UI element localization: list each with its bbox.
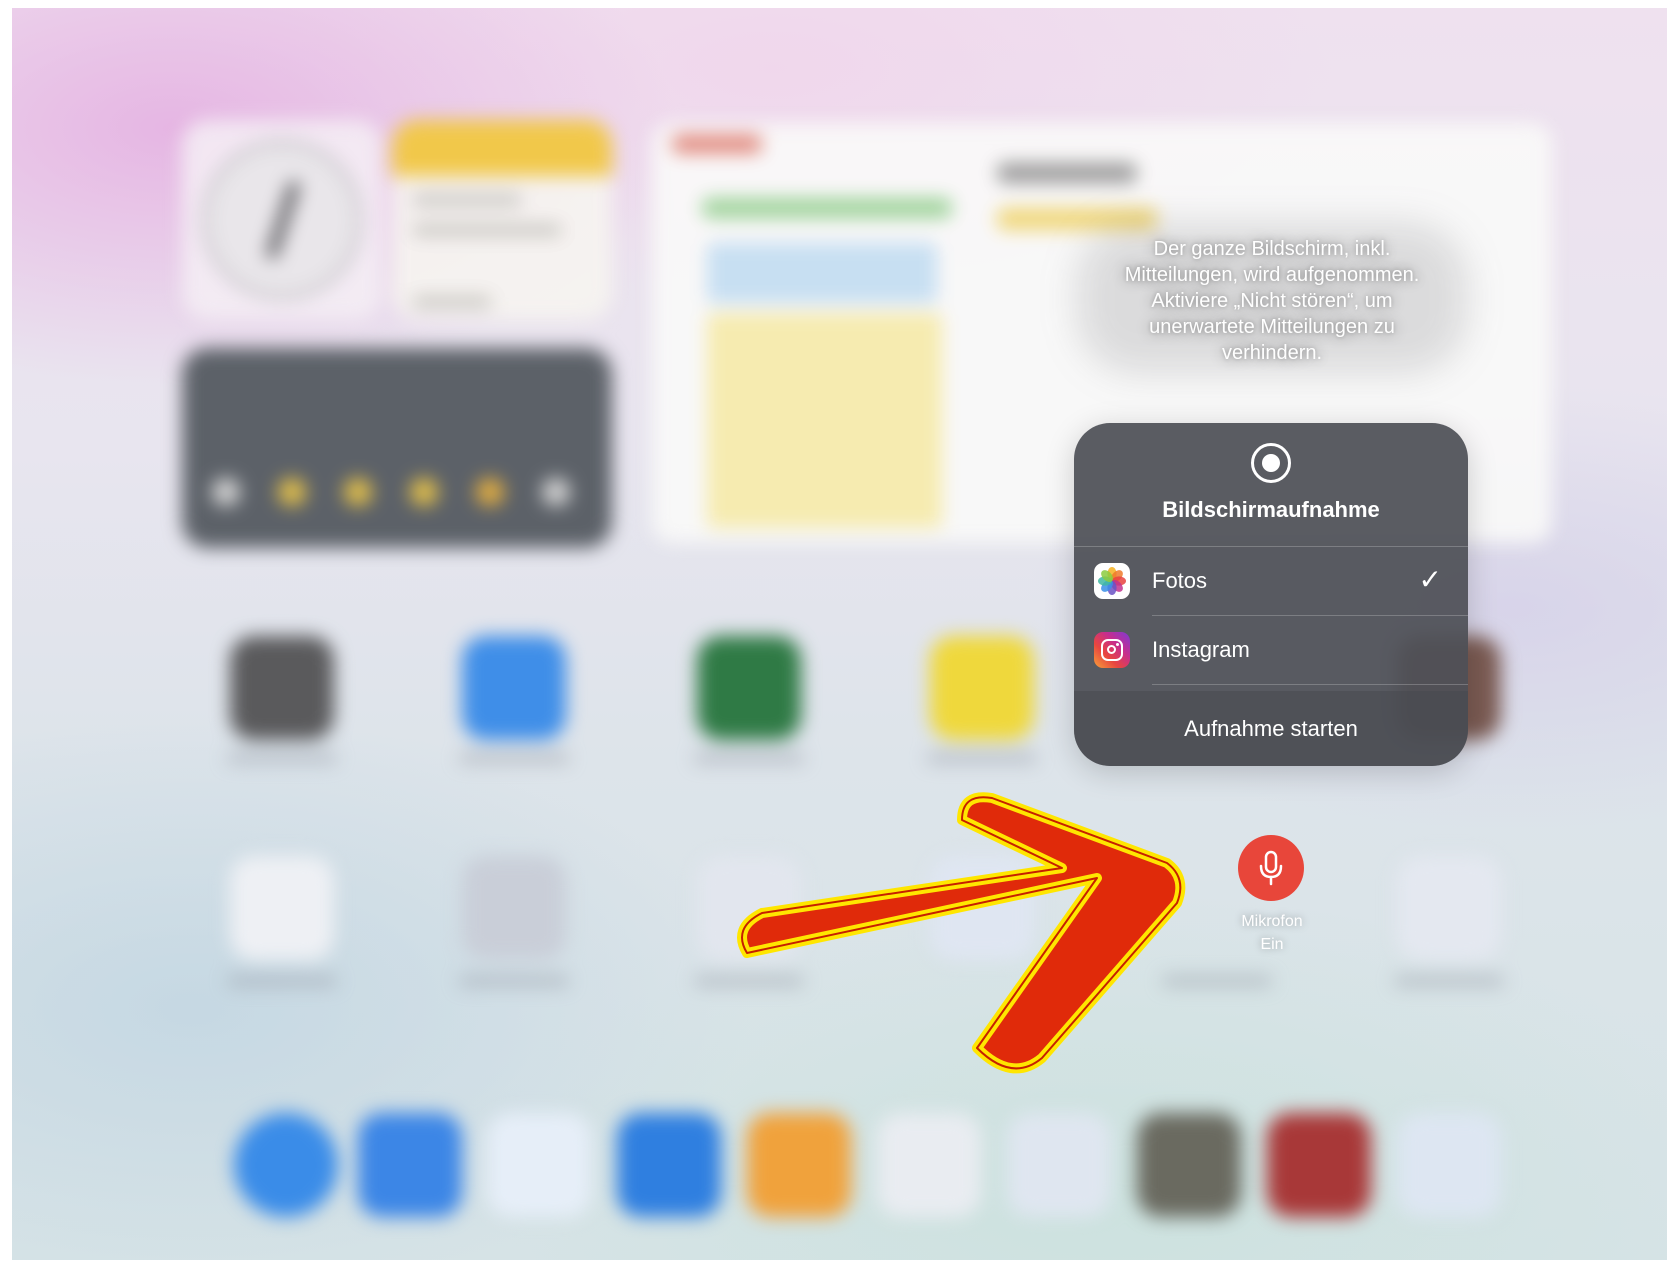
ipad-screen: Der ganze Bildschirm, inkl. Mitteilungen… (12, 8, 1667, 1260)
annotation-arrow-icon (737, 792, 1186, 1074)
